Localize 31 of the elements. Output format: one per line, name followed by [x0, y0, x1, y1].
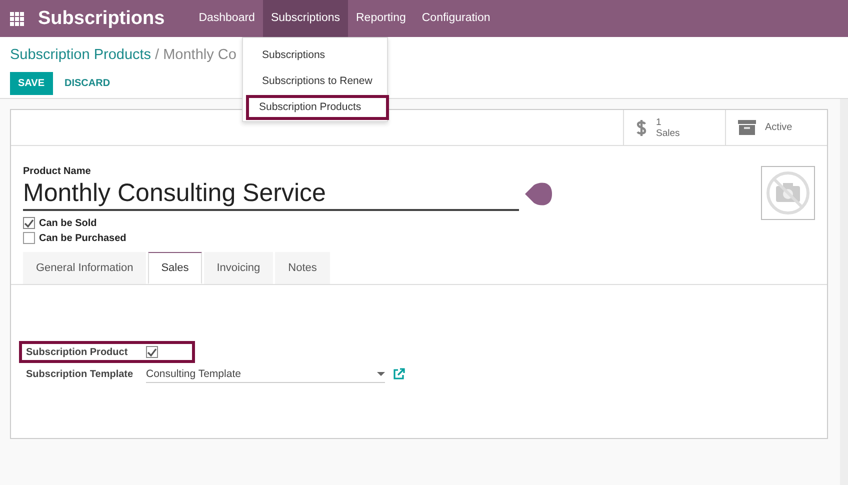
tab[interactable]: General Information	[23, 252, 146, 284]
menu-item[interactable]: Subscriptions	[262, 0, 348, 37]
tab[interactable]: Invoicing	[204, 252, 274, 284]
external-link-icon[interactable]	[393, 368, 405, 380]
menu-item[interactable]: Dashboard	[190, 0, 263, 37]
dropdown-item[interactable]: Subscription Products	[246, 95, 389, 120]
dollar-icon	[636, 118, 647, 136]
field-label: Subscription Product	[26, 346, 129, 358]
breadcrumb-link[interactable]: Subscription Products	[10, 47, 152, 63]
checkbox-label: Can be Purchased	[39, 232, 126, 244]
checkbox[interactable]	[23, 217, 35, 229]
caret-icon	[377, 372, 385, 376]
discard-button[interactable]: DISCARD	[58, 72, 116, 95]
breadcrumb-separator: /	[155, 47, 160, 63]
checkbox[interactable]	[146, 346, 158, 358]
breadcrumb-current: Monthly Co	[163, 47, 236, 63]
dropdown-item[interactable]: Subscriptions	[243, 43, 387, 68]
apps-grid-icon[interactable]	[10, 12, 24, 26]
checkbox[interactable]	[23, 232, 35, 244]
app-title: Subscriptions	[38, 8, 165, 30]
menu-item[interactable]: Reporting	[348, 0, 414, 37]
tab[interactable]: Sales	[148, 252, 202, 284]
tag-marker-icon	[525, 182, 553, 206]
tab[interactable]: Notes	[275, 252, 330, 284]
field-label: Subscription Template	[26, 368, 134, 380]
template-select-field[interactable]: Consulting Template	[146, 365, 385, 383]
dropdown-item[interactable]: Subscriptions to Renew	[243, 69, 387, 94]
menu-item[interactable]: Configuration	[414, 0, 498, 37]
checkbox-label: Can be Sold	[39, 218, 97, 228]
field-label: Product Name	[23, 166, 92, 177]
archive-box-icon	[738, 120, 756, 135]
